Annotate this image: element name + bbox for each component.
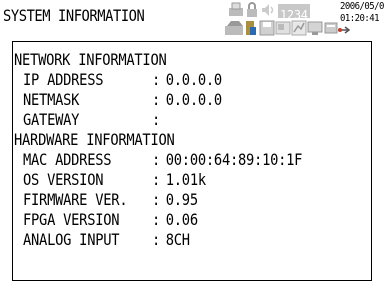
hardware-heading: HARDWARE INFORMATION [14,130,175,149]
analog-input-row: ANALOG INPUT:8CH [23,230,190,249]
chart-icon [291,20,307,36]
firmware-version-label: FIRMWARE VER. [23,190,128,209]
printer-icon [229,2,243,16]
key-icon [246,21,256,35]
os-version-label: OS VERSION [23,170,104,189]
ip-address-separator: : [152,70,161,89]
card-icon [275,21,291,35]
gateway-separator: : [152,110,161,129]
status-icon-area: 1234 [224,2,351,40]
lock-icon [247,2,257,17]
mac-address-value: 00:00:64:89:10:1F [165,150,303,169]
netmask-row: NETMASK:0.0.0.0 [23,90,222,109]
date-text: 2006/05/08 [340,1,384,12]
counter-box: 1234 [278,4,310,22]
os-version-separator: : [152,170,161,189]
netmask-label: NETMASK [23,90,80,109]
netmask-value: 0.0.0.0 [165,90,222,109]
network-icon [225,21,243,35]
fpga-version-label: FPGA VERSION [23,210,120,229]
monitor-icon [307,21,323,35]
firmware-version-separator: : [152,190,161,209]
fpga-version-value: 0.06 [165,210,198,229]
ip-address-row: IP ADDRESS:0.0.0.0 [23,70,222,89]
os-version-row: OS VERSION:1.01k [23,170,206,189]
date-time-display: 2006/05/08 01:20:41 [340,1,384,27]
information-panel: NETWORK INFORMATION IP ADDRESS:0.0.0.0 N… [12,41,372,281]
ip-address-label: IP ADDRESS [23,70,104,89]
page-title: SYSTEM INFORMATION [3,6,145,25]
os-version-value: 1.01k [165,170,206,189]
analog-input-separator: : [152,230,161,249]
network-heading: NETWORK INFORMATION [14,50,167,69]
time-text: 01:20:41 [340,13,380,24]
fpga-version-separator: : [152,210,161,229]
analog-input-value: 8CH [165,230,190,249]
firmware-version-row: FIRMWARE VER.:0.95 [23,190,198,209]
gateway-label: GATEWAY [23,110,80,129]
speaker-icon [262,4,274,16]
analog-input-label: ANALOG INPUT [23,230,120,249]
ip-address-value: 0.0.0.0 [165,70,222,89]
mac-address-label: MAC ADDRESS [23,150,112,169]
disk-icon [259,20,275,36]
fpga-version-row: FPGA VERSION:0.06 [23,210,198,229]
mac-address-row: MAC ADDRESS:00:00:64:89:10:1F [23,150,302,169]
firmware-version-value: 0.95 [165,190,198,209]
netmask-separator: : [152,90,161,109]
gateway-row: GATEWAY: [23,110,166,129]
mac-address-separator: : [152,150,161,169]
